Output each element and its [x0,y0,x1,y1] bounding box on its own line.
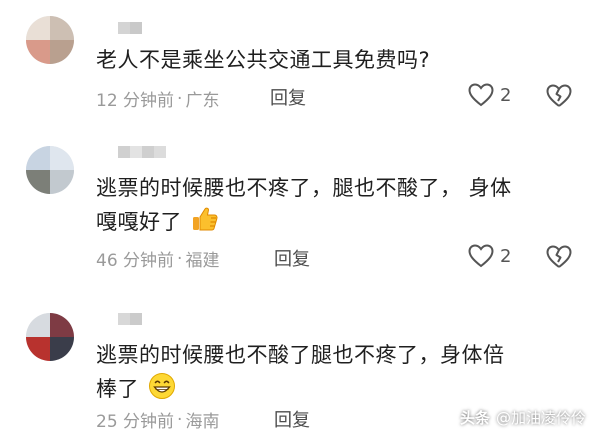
comment-time: 25 分钟前 [96,412,175,432]
comment-meta: 12 分钟前 · 广东 [96,86,220,112]
dislike-button[interactable] [546,84,572,112]
heart-icon [468,244,494,268]
avatar[interactable] [26,313,74,361]
reply-button[interactable]: 回复 [274,406,310,432]
dislike-button[interactable] [546,245,572,273]
comment-location: 广东 [185,91,220,111]
avatar[interactable] [26,146,74,194]
separator: · [177,88,183,109]
watermark-account: @加油凌伶伶 [495,409,586,427]
username-mosaic[interactable] [118,313,142,325]
watermark: 头条 @加油凌伶伶 [460,407,586,428]
comment-text: 逃票的时候腰也不疼了，腿也不酸了， 身体 嘎嘎好了 [96,171,512,243]
comment-time: 12 分钟前 [96,91,175,111]
separator: · [177,248,183,269]
comment-meta: 25 分钟前 · 海南 [96,407,220,433]
avatar[interactable] [26,16,74,64]
grinning-face-icon [148,372,176,410]
comment-text: 老人不是乘坐公共交通工具免费吗? [96,48,431,72]
username-mosaic[interactable] [118,146,166,158]
comment-text: 逃票的时候腰也不酸了腿也不疼了，身体倍 棒了 [96,338,505,410]
comment-time: 46 分钟前 [96,251,175,271]
comment-meta: 46 分钟前 · 福建 [96,246,220,272]
heart-icon [468,83,494,107]
comment-location: 海南 [185,412,220,432]
toutiao-logo: 头条 [459,409,490,427]
comment-location: 福建 [185,251,220,271]
like-count: 2 [500,84,512,106]
reply-button[interactable]: 回复 [270,84,306,110]
like-count: 2 [500,245,512,267]
thumbs-up-icon [191,205,219,243]
separator: · [177,409,183,430]
reply-button[interactable]: 回复 [274,245,310,271]
broken-heart-icon [546,84,572,107]
broken-heart-icon [546,245,572,268]
like-button[interactable]: 2 [468,244,511,268]
like-button[interactable]: 2 [468,83,511,107]
username-mosaic[interactable] [118,22,142,34]
